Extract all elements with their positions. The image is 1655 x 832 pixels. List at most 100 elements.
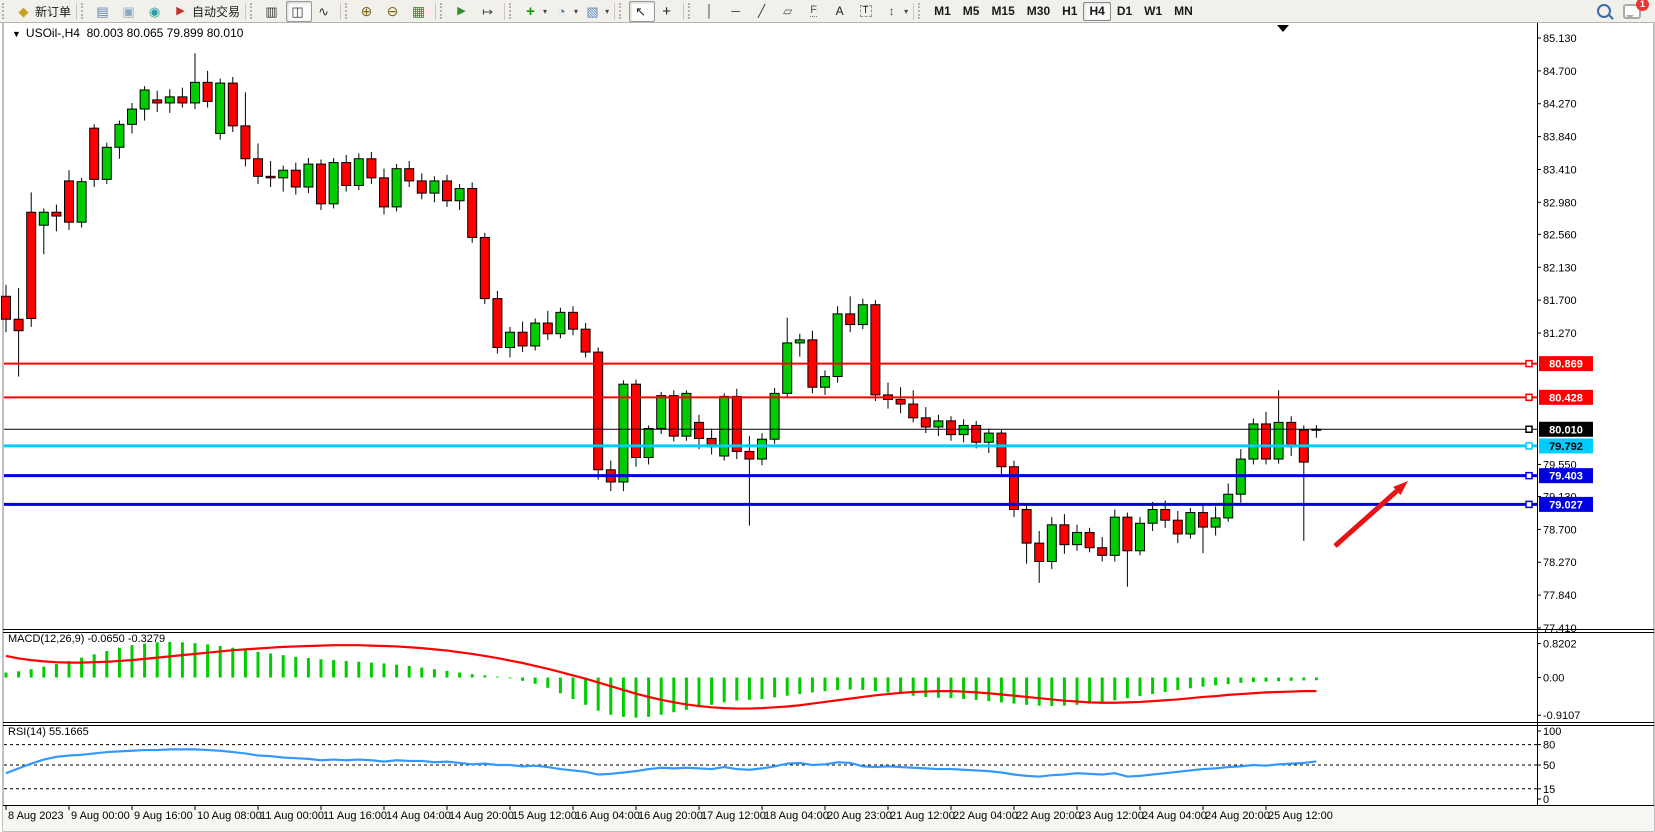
new-order-button[interactable]: 新订单 xyxy=(12,1,74,22)
candle-body xyxy=(1110,517,1119,555)
periods-button[interactable]: ▾ xyxy=(550,1,581,22)
line-chart-button[interactable] xyxy=(312,1,338,22)
candle-body xyxy=(732,396,741,451)
candle-body xyxy=(254,159,263,177)
toolbar-grip xyxy=(619,3,626,19)
text-button[interactable] xyxy=(828,1,854,22)
timeframe-d1-label: D1 xyxy=(1117,4,1132,18)
chart-shift-icon xyxy=(479,3,496,19)
toolbar-grip xyxy=(345,3,352,19)
signals-button[interactable] xyxy=(143,1,169,22)
candle-body xyxy=(228,83,237,126)
price-chart[interactable]: 85.13084.70084.27083.84083.41082.98082.5… xyxy=(0,0,1655,832)
candle-body xyxy=(417,181,426,193)
mt4-terminal-window: 新订单 自动交易 ▾ ▾ ▾ ▾ M1 M5 M15M30 H1 H4 D1 W1MN 1 85.1308… xyxy=(0,0,1655,832)
toolbar-separator xyxy=(435,3,436,20)
candle-body xyxy=(77,182,86,223)
timeframe-m15[interactable]: M15 xyxy=(985,2,1020,21)
candle-body xyxy=(1211,518,1220,527)
time-tick-label: 9 Aug 00:00 xyxy=(71,810,130,822)
tile-windows-button[interactable] xyxy=(407,1,433,22)
auto-trading-button[interactable]: 自动交易 xyxy=(169,1,243,22)
equidistant-channel-button[interactable] xyxy=(776,1,802,22)
candle-body xyxy=(153,100,162,103)
toolbar-separator xyxy=(614,3,615,20)
candle-body xyxy=(1199,513,1208,528)
zoom-in-button[interactable] xyxy=(355,1,381,22)
price-badge-label: 79.792 xyxy=(1549,441,1583,453)
candle-body xyxy=(531,323,540,346)
hline-marker[interactable] xyxy=(1526,473,1532,479)
price-badge-label: 79.027 xyxy=(1549,499,1583,511)
timeframe-mn[interactable]: MN xyxy=(1168,2,1199,21)
notifications-button[interactable]: 1 xyxy=(1623,4,1641,19)
templates-button[interactable]: ▾ xyxy=(581,1,612,22)
candle-body xyxy=(342,163,351,186)
price-badge-label: 80.869 xyxy=(1549,359,1583,371)
bar-chart-button[interactable] xyxy=(260,1,286,22)
timeframe-h1[interactable]: H1 xyxy=(1056,2,1083,21)
hline-marker[interactable] xyxy=(1526,426,1532,432)
hline-marker[interactable] xyxy=(1526,394,1532,400)
fibonacci-button[interactable] xyxy=(802,1,828,22)
candle-body xyxy=(1287,422,1296,446)
dropdown-caret-icon[interactable]: ▾ xyxy=(543,7,547,16)
new-order-button-label: 新订单 xyxy=(35,3,71,20)
bar-chart-icon xyxy=(263,3,280,19)
notification-badge: 1 xyxy=(1636,0,1649,11)
time-tick-label: 14 Aug 04:00 xyxy=(386,810,451,822)
timeframe-h1-label: H1 xyxy=(1062,4,1077,18)
price-tick-label: 78.700 xyxy=(1543,524,1577,536)
candle-body xyxy=(128,109,137,124)
arrows-button[interactable]: ▾ xyxy=(880,1,911,22)
candlestick-chart-button[interactable] xyxy=(286,1,312,22)
cursor-button[interactable] xyxy=(629,1,655,22)
hline-marker[interactable] xyxy=(1526,361,1532,367)
timeframe-h4[interactable]: H4 xyxy=(1083,2,1110,21)
timeframe-m1[interactable]: M1 xyxy=(928,2,957,21)
crosshair-button[interactable] xyxy=(655,1,681,22)
candle-body xyxy=(959,425,968,434)
vertical-line-button[interactable] xyxy=(698,1,724,22)
search-icon[interactable] xyxy=(1597,4,1611,18)
candle-body xyxy=(178,97,187,103)
zoom-out-button[interactable] xyxy=(381,1,407,22)
chart-window-button[interactable] xyxy=(91,1,117,22)
timeframe-m5[interactable]: M5 xyxy=(957,2,986,21)
chart-shift-button[interactable] xyxy=(476,1,502,22)
candlestick-icon xyxy=(289,3,306,19)
text-label-button[interactable] xyxy=(854,1,880,22)
timeframe-d1[interactable]: D1 xyxy=(1111,2,1138,21)
timeframe-m5-label: M5 xyxy=(963,4,980,18)
collapse-triangle-icon[interactable]: ▼ xyxy=(12,29,21,39)
candle-body xyxy=(354,159,363,186)
hline-marker[interactable] xyxy=(1526,501,1532,507)
macd-tick-label: -0.9107 xyxy=(1543,710,1580,722)
candle-body xyxy=(833,314,842,377)
candle-body xyxy=(39,212,48,225)
candle-body xyxy=(972,425,981,442)
candle-body xyxy=(279,170,288,178)
navigator-button[interactable] xyxy=(117,1,143,22)
horizontal-line-button[interactable] xyxy=(724,1,750,22)
toolbar-grip xyxy=(440,3,447,19)
macd-tick-label: 0.00 xyxy=(1543,673,1564,685)
dropdown-caret-icon[interactable]: ▾ xyxy=(904,7,908,16)
dropdown-caret-icon[interactable]: ▾ xyxy=(605,7,609,16)
macd-tick-label: 0.8202 xyxy=(1543,639,1577,651)
candle-body xyxy=(1085,532,1094,547)
auto-scroll-button[interactable] xyxy=(450,1,476,22)
timeframe-w1[interactable]: W1 xyxy=(1138,2,1168,21)
candle-body xyxy=(1098,548,1107,556)
price-tick-label: 84.270 xyxy=(1543,99,1577,111)
indicators-button[interactable]: ▾ xyxy=(519,1,550,22)
candle-body xyxy=(2,296,11,319)
price-badge-label: 80.010 xyxy=(1549,424,1583,436)
toolbar-separator xyxy=(504,3,505,20)
candle-body xyxy=(1224,494,1233,518)
timeframe-m30[interactable]: M30 xyxy=(1021,2,1056,21)
candle-body xyxy=(203,82,212,101)
trendline-button[interactable] xyxy=(750,1,776,22)
hline-marker[interactable] xyxy=(1526,443,1532,449)
dropdown-caret-icon[interactable]: ▾ xyxy=(574,7,578,16)
